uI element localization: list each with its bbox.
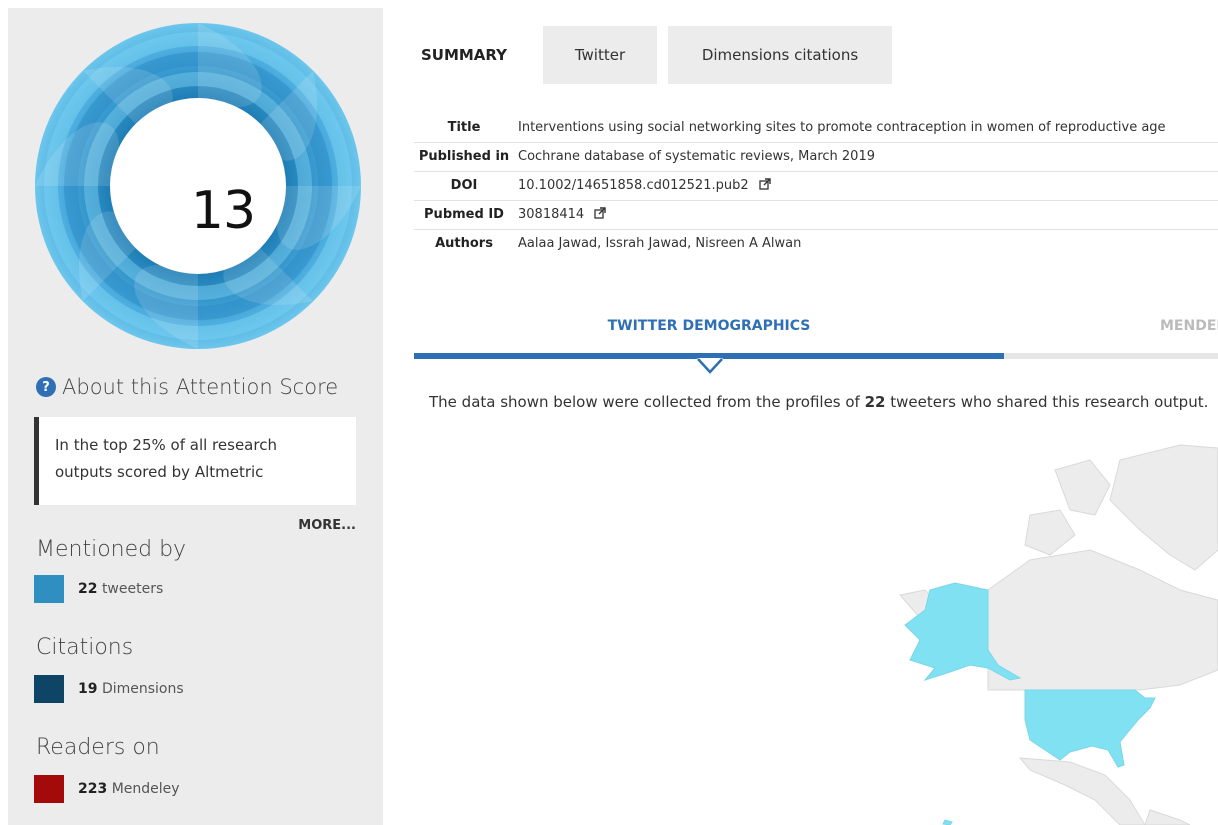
attention-score: 13 xyxy=(190,181,256,241)
about-attention-score[interactable]: ? About this Attention Score xyxy=(36,375,338,399)
sidebar: 13 ? About this Attention Score In the t… xyxy=(8,8,383,825)
authors-value: Aalaa Jawad, Issrah Jawad, Nisreen A Alw… xyxy=(518,236,802,252)
tweeters-text: 22 tweeters xyxy=(78,581,164,597)
pubmed-cell: 30818414 xyxy=(514,200,1218,230)
page: 13 ? About this Attention Score In the t… xyxy=(0,0,1218,825)
mendeley-metric[interactable]: 223 Mendeley xyxy=(34,775,180,803)
doi-row: DOI 10.1002/14651858.cd012521.pub2 xyxy=(414,171,1218,201)
main-tabs: SUMMARY Twitter Dimensions citations xyxy=(396,26,892,84)
tab-twitter[interactable]: Twitter xyxy=(543,26,657,84)
pubmed-label: Pubmed ID xyxy=(414,200,514,230)
title-value: Interventions using social networking si… xyxy=(514,113,1218,143)
doi-link[interactable]: 10.1002/14651858.cd012521.pub2 xyxy=(518,178,749,193)
world-map[interactable] xyxy=(880,440,1218,825)
readers-title: Readers on xyxy=(36,735,160,760)
tweeter-count: 22 xyxy=(864,393,886,411)
dimensions-swatch xyxy=(34,675,64,703)
rank-text: In the top 25% of all research outputs s… xyxy=(55,436,277,481)
title-label: Title xyxy=(414,113,514,143)
mendeley-swatch xyxy=(34,775,64,803)
tab-dimensions-citations[interactable]: Dimensions citations xyxy=(668,26,892,84)
published-label: Published in xyxy=(414,142,514,172)
title-row: Title Interventions using social network… xyxy=(414,113,1218,143)
authors-label: Authors xyxy=(435,236,493,252)
tweeters-swatch xyxy=(34,575,64,603)
summary-table: Title Interventions using social network… xyxy=(414,113,1218,258)
mentioned-by-title: Mentioned by xyxy=(36,537,187,562)
tab-summary[interactable]: SUMMARY xyxy=(396,26,532,84)
published-row: Published in Cochrane database of system… xyxy=(414,142,1218,172)
tab-twitter-demographics[interactable]: TWITTER DEMOGRAPHICS xyxy=(414,318,1004,334)
question-icon: ? xyxy=(36,377,56,397)
pubmed-link[interactable]: 30818414 xyxy=(518,207,584,222)
dimensions-text: 19 Dimensions xyxy=(78,681,184,697)
about-label: About this Attention Score xyxy=(62,375,339,399)
rank-box: In the top 25% of all research outputs s… xyxy=(34,417,356,505)
citations-title: Citations xyxy=(36,635,134,660)
dimensions-metric[interactable]: 19 Dimensions xyxy=(34,675,184,703)
external-link-icon[interactable] xyxy=(759,178,771,190)
pubmed-row: Pubmed ID 30818414 xyxy=(414,200,1218,230)
authors-row: Authors Aalaa Jawad, Issrah Jawad, Nisre… xyxy=(414,229,1218,258)
tweeters-metric[interactable]: 22 tweeters xyxy=(34,575,163,603)
doi-cell: 10.1002/14651858.cd012521.pub2 xyxy=(514,171,1218,201)
external-link-icon[interactable] xyxy=(594,207,607,219)
published-value: Cochrane database of systematic reviews,… xyxy=(514,142,1218,172)
mendeley-text: 223 Mendeley xyxy=(78,781,180,797)
tab-pointer-icon xyxy=(697,358,723,374)
demographics-description: The data shown below were collected from… xyxy=(429,393,1209,411)
inactive-tab-bar xyxy=(1004,353,1218,359)
tab-mendeley-readers[interactable]: MENDELEY READERS xyxy=(1160,318,1218,334)
more-link[interactable]: MORE... xyxy=(298,518,356,533)
doi-label: DOI xyxy=(414,171,514,201)
